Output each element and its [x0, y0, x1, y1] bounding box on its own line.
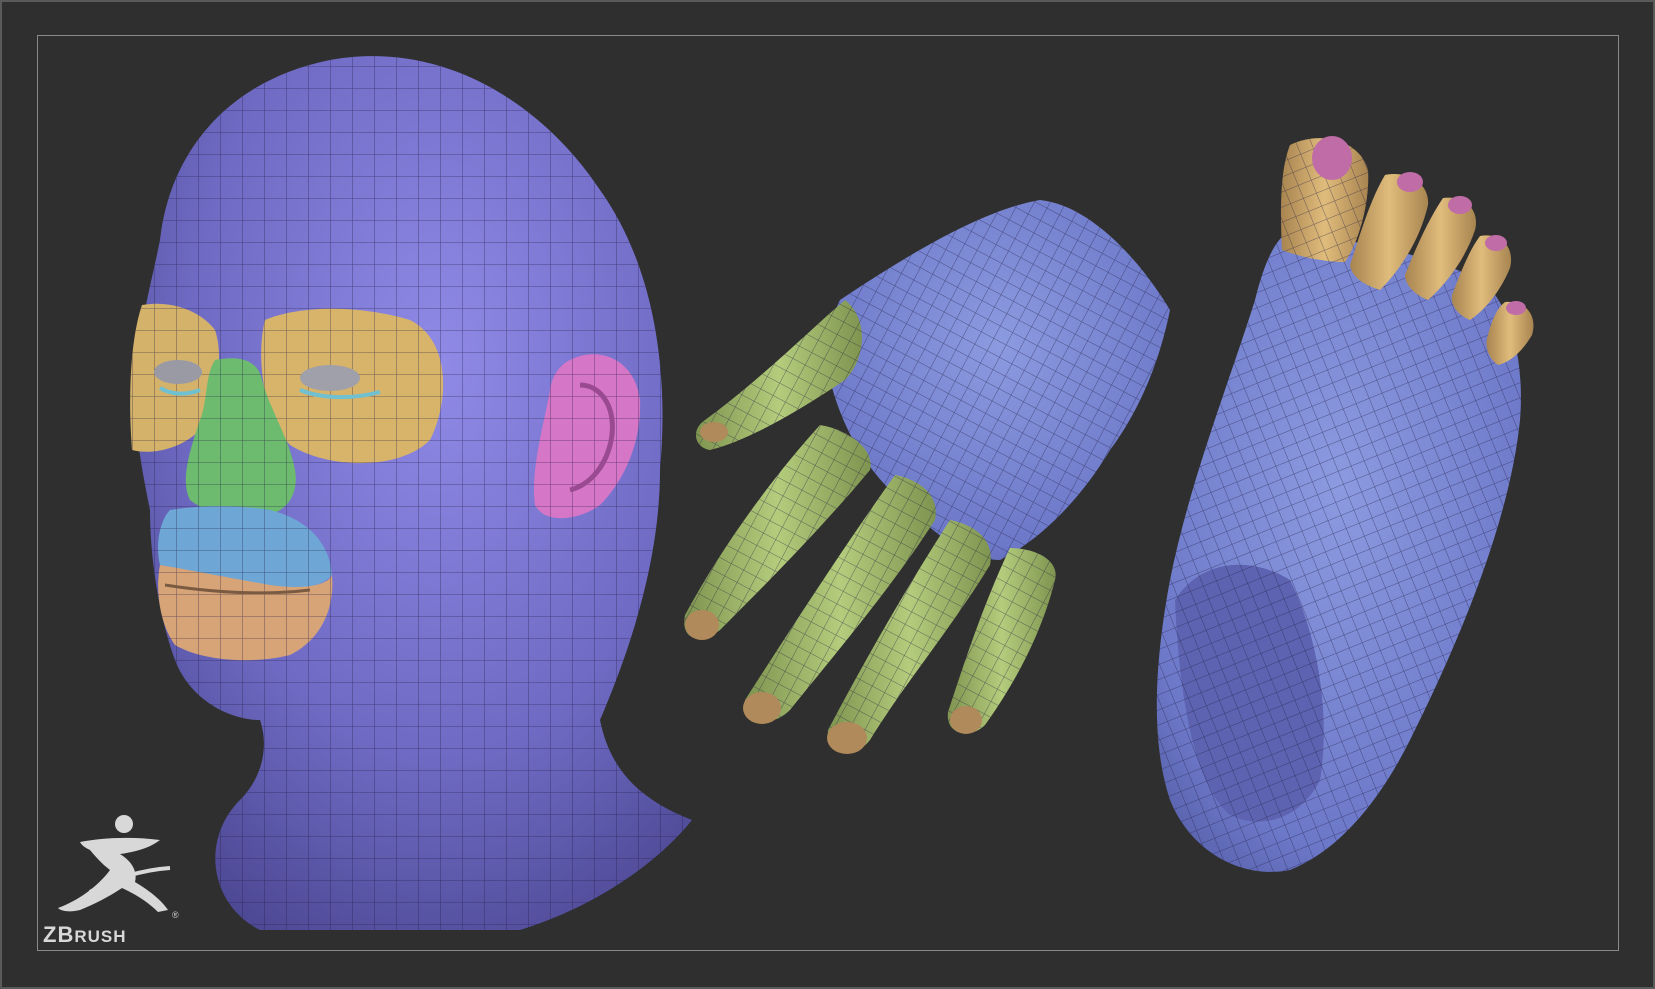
viewport: ® ZBRUSH	[0, 0, 1655, 989]
zbrush-logo: ® ZBRUSH	[40, 810, 190, 950]
registered-mark: ®	[172, 910, 179, 920]
brand-wordmark: ZBRUSH	[43, 922, 127, 948]
zbrush-figure-icon	[58, 815, 171, 912]
head-model	[130, 56, 693, 931]
foot-model	[1156, 136, 1534, 872]
thumb	[695, 300, 862, 450]
eyeball-right	[300, 365, 360, 391]
eyeball-left	[154, 360, 202, 384]
brand-wordmark-first: ZB	[43, 922, 75, 947]
model-scene	[130, 56, 1534, 931]
brand-wordmark-rest: RUSH	[74, 927, 127, 946]
hand-model	[684, 200, 1170, 754]
